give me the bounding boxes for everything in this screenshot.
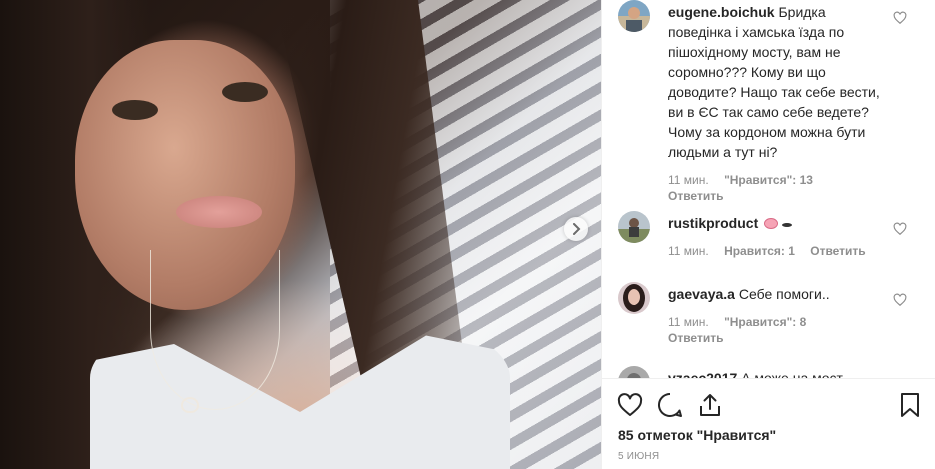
reply-button[interactable]: Ответить <box>810 244 865 258</box>
reply-button[interactable]: Ответить <box>668 331 723 345</box>
ufo-emoji-icon <box>782 223 793 227</box>
comment-username[interactable]: vzaec2017 <box>668 370 737 378</box>
likes-count[interactable]: 85 отметок "Нравится" <box>618 427 776 443</box>
comment-time[interactable]: 11 мин. <box>668 315 709 329</box>
comment-meta: 11 мин. "Нравится": 13 Ответить <box>668 172 892 204</box>
comment-time[interactable]: 11 мин. <box>668 244 709 258</box>
comment-meta: 11 мин. "Нравится": 8 Ответить <box>668 314 892 346</box>
avatar-image <box>618 366 650 378</box>
avatar[interactable] <box>618 282 650 314</box>
comment-body: vzaec2017 А може на мост <box>668 368 892 378</box>
post-date[interactable]: 5 июня <box>618 451 659 462</box>
comment-body: rustikproduct 11 мин. Нравится: 1 Ответи… <box>668 213 892 259</box>
comments-list[interactable]: eugene.boichuk Бридка поведінка і хамськ… <box>602 0 935 378</box>
post-photo[interactable] <box>0 0 601 469</box>
avatar-image <box>618 211 650 243</box>
avatar-image <box>618 0 650 32</box>
photo-lips <box>176 196 262 228</box>
photo-necklace <box>150 250 280 410</box>
comment-meta: 11 мин. Нравится: 1 Ответить <box>668 243 892 259</box>
comment-icon[interactable] <box>656 391 684 419</box>
comment-likes[interactable]: Нравится: 1 <box>724 244 795 258</box>
brain-emoji-icon <box>764 218 779 229</box>
comment-username[interactable]: eugene.boichuk <box>668 4 775 20</box>
chevron-right-icon <box>573 223 581 235</box>
comment-text: А може на мост <box>741 370 843 378</box>
photo-eye <box>112 100 158 120</box>
comment-username[interactable]: gaevaya.a <box>668 286 735 302</box>
avatar[interactable] <box>618 0 650 32</box>
avatar[interactable] <box>618 366 650 378</box>
comment-like-heart-icon[interactable] <box>893 222 907 236</box>
comment-time[interactable]: 11 мин. <box>668 173 709 187</box>
comment-body: gaevaya.a Себе помоги.. 11 мин. "Нравитс… <box>668 284 892 346</box>
photo-eye <box>222 82 268 102</box>
photo-pendant <box>181 397 199 413</box>
comment-likes[interactable]: "Нравится": 13 <box>724 173 813 187</box>
avatar-image <box>618 282 650 314</box>
comment-like-heart-icon[interactable] <box>893 11 907 25</box>
next-photo-button[interactable] <box>564 217 588 241</box>
post-actions: 85 отметок "Нравится" 5 июня <box>602 378 935 469</box>
comment-like-heart-icon[interactable] <box>893 293 907 307</box>
reply-button[interactable]: Ответить <box>668 189 723 203</box>
share-icon[interactable] <box>696 391 724 419</box>
post-sidebar: eugene.boichuk Бридка поведінка і хамськ… <box>601 0 935 469</box>
comment-body: eugene.boichuk Бридка поведінка і хамськ… <box>668 2 892 204</box>
comment-likes[interactable]: "Нравится": 8 <box>724 315 806 329</box>
comment-text: Себе помоги.. <box>738 286 830 302</box>
bookmark-icon[interactable] <box>896 391 924 419</box>
heart-icon[interactable] <box>616 391 644 419</box>
comment-text: Бридка поведінка і хамська їзда по пішох… <box>668 4 880 160</box>
avatar[interactable] <box>618 211 650 243</box>
comment-username[interactable]: rustikproduct <box>668 215 758 231</box>
